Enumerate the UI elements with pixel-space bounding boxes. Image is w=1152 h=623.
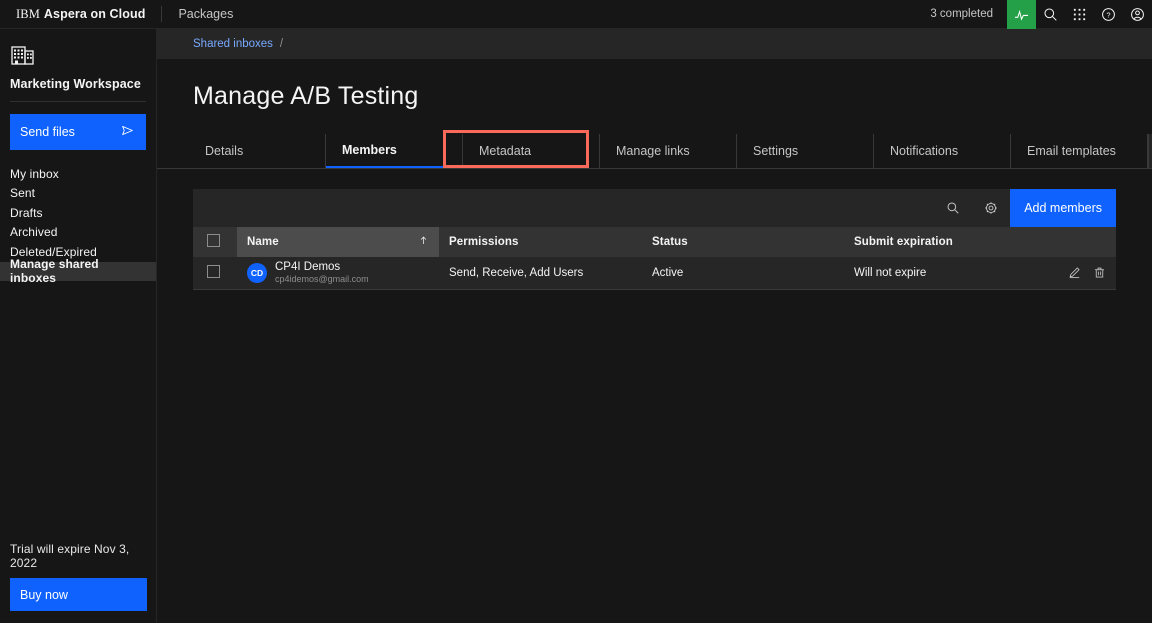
add-members-button[interactable]: Add members xyxy=(1010,189,1116,227)
send-files-button[interactable]: Send files xyxy=(10,114,146,150)
sidebar-item-label: My inbox xyxy=(10,166,59,181)
sidebar: Marketing Workspace Send files My inbox … xyxy=(0,29,157,623)
trial-block: Trial will expire Nov 3, 2022 Buy now xyxy=(0,542,157,623)
send-icon xyxy=(121,124,134,140)
search-icon[interactable] xyxy=(934,189,972,227)
search-icon[interactable] xyxy=(1036,0,1065,29)
column-label: Permissions xyxy=(449,236,519,248)
select-all-checkbox[interactable] xyxy=(207,234,220,247)
member-name: CP4I Demos xyxy=(275,260,341,273)
column-header-actions xyxy=(1046,227,1116,257)
tab-label: Notifications xyxy=(890,144,959,158)
sidebar-item-drafts[interactable]: Drafts xyxy=(0,203,156,223)
top-header: IBM Aspera on Cloud Packages 3 completed… xyxy=(0,0,1152,29)
column-label: Status xyxy=(652,236,688,248)
svg-text:?: ? xyxy=(1106,11,1110,20)
tab-label: Details xyxy=(205,144,244,158)
chevron-right-icon[interactable] xyxy=(1148,134,1152,168)
members-table: Name Permissions Status Submit expiratio… xyxy=(193,227,1116,290)
select-all-header[interactable] xyxy=(193,227,237,257)
tab-metadata[interactable]: Metadata xyxy=(463,134,600,168)
cell-status: Active xyxy=(642,257,844,290)
tab-manage-links[interactable]: Manage links xyxy=(600,134,737,168)
sidebar-nav: My inbox Sent Drafts Archived Deleted/Ex… xyxy=(0,164,156,285)
gear-icon[interactable] xyxy=(972,189,1010,227)
building-icon xyxy=(10,41,36,67)
page-title: Manage A/B Testing xyxy=(193,82,419,110)
apps-grid-icon[interactable] xyxy=(1065,0,1094,29)
member-email: cp4idemos@gmail.com xyxy=(275,273,369,284)
cell-permissions: Send, Receive, Add Users xyxy=(439,257,642,290)
tab-members[interactable]: Members xyxy=(326,134,463,168)
column-header-permissions[interactable]: Permissions xyxy=(439,227,642,257)
row-select-cell[interactable] xyxy=(193,257,237,290)
buy-now-button[interactable]: Buy now xyxy=(10,578,147,611)
avatar: CD xyxy=(247,262,267,283)
header-spacer xyxy=(249,0,916,28)
buy-now-label: Buy now xyxy=(20,587,68,602)
sort-arrow-up-icon xyxy=(418,235,429,249)
sidebar-item-manage-shared-inboxes[interactable]: Manage shared inboxes xyxy=(0,257,156,285)
edit-pencil-icon[interactable] xyxy=(1068,266,1081,279)
tab-label: Email templates xyxy=(1027,144,1116,158)
help-icon[interactable]: ? xyxy=(1094,0,1123,29)
cell-name: CD CP4I Demos cp4idemos@gmail.com xyxy=(237,257,439,290)
tab-settings[interactable]: Settings xyxy=(737,134,874,168)
table-row[interactable]: CD CP4I Demos cp4idemos@gmail.com Send, … xyxy=(193,257,1116,290)
column-label: Submit expiration xyxy=(854,236,953,248)
sidebar-item-sent[interactable]: Sent xyxy=(0,184,156,204)
tab-email-templates[interactable]: Email templates xyxy=(1011,134,1148,168)
breadcrumb: Shared inboxes / xyxy=(157,29,1152,59)
table-body: CD CP4I Demos cp4idemos@gmail.com Send, … xyxy=(193,257,1116,290)
tab-bar: Details Members Metadata Manage links Se… xyxy=(157,130,1152,169)
sidebar-item-label: Manage shared inboxes xyxy=(10,257,99,286)
table-toolbar: Add members xyxy=(193,189,1116,227)
main-content: Shared inboxes / Manage A/B Testing Deta… xyxy=(157,29,1152,623)
tab-label: Members xyxy=(342,143,397,157)
column-label: Name xyxy=(247,236,279,248)
column-header-status[interactable]: Status xyxy=(642,227,844,257)
table-header: Name Permissions Status Submit expiratio… xyxy=(193,227,1116,257)
sidebar-item-label: Drafts xyxy=(10,205,43,220)
cell-actions xyxy=(1046,257,1116,290)
trash-icon[interactable] xyxy=(1093,266,1106,279)
table-header-row: Name Permissions Status Submit expiratio… xyxy=(193,227,1116,257)
sidebar-divider xyxy=(10,101,146,102)
breadcrumb-separator: / xyxy=(279,37,284,50)
breadcrumb-link-shared-inboxes[interactable]: Shared inboxes xyxy=(193,38,273,50)
cell-submit-expiration: Will not expire xyxy=(844,257,1046,290)
sidebar-item-my-inbox[interactable]: My inbox xyxy=(0,164,156,184)
tab-label: Settings xyxy=(753,144,799,158)
trial-expiry-text: Trial will expire Nov 3, 2022 xyxy=(10,542,130,570)
sidebar-item-archived[interactable]: Archived xyxy=(0,223,156,243)
workspace-block: Marketing Workspace xyxy=(0,29,156,102)
column-header-name[interactable]: Name xyxy=(237,227,439,257)
sidebar-item-label: Sent xyxy=(10,186,36,201)
tab-label: Manage links xyxy=(616,144,690,158)
row-checkbox[interactable] xyxy=(207,264,220,278)
brand-logo[interactable]: IBM Aspera on Cloud xyxy=(0,0,161,28)
members-table-wrapper: Add members Name Permissions Status Subm… xyxy=(157,169,1152,290)
brand-prefix: IBM xyxy=(16,6,40,21)
tab-details[interactable]: Details xyxy=(189,134,326,168)
transfers-completed-label: 3 completed xyxy=(930,8,993,20)
tab-label: Metadata xyxy=(479,144,532,158)
sidebar-item-label: Archived xyxy=(10,225,58,240)
add-members-label: Add members xyxy=(1024,201,1102,215)
column-header-submit-expiration[interactable]: Submit expiration xyxy=(844,227,1046,257)
brand-name: Aspera on Cloud xyxy=(43,7,146,21)
nav-packages[interactable]: Packages xyxy=(162,0,249,28)
activity-icon[interactable] xyxy=(1007,0,1036,29)
user-avatar-icon[interactable] xyxy=(1123,0,1152,29)
send-files-label: Send files xyxy=(20,125,75,139)
workspace-title: Marketing Workspace xyxy=(10,77,141,91)
tab-notifications[interactable]: Notifications xyxy=(874,134,1011,168)
